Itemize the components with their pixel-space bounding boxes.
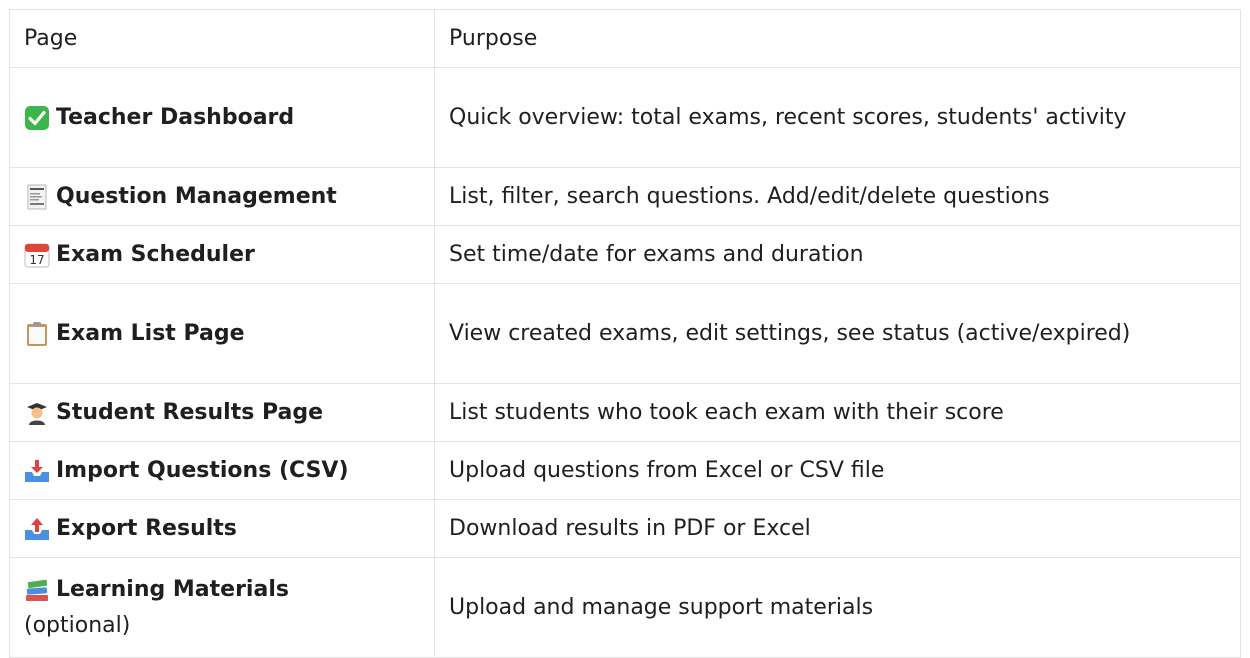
check-mark-icon bbox=[24, 105, 50, 131]
page-name: Question Management bbox=[56, 183, 337, 209]
table-row: Learning Materials (optional) Upload and… bbox=[9, 557, 1241, 658]
calendar-icon: 17 bbox=[24, 242, 50, 268]
purpose-cell: Upload and manage support materials bbox=[434, 557, 1241, 658]
header-purpose: Purpose bbox=[434, 9, 1241, 68]
page-name: Import Questions (CSV) bbox=[56, 457, 349, 483]
purpose-cell: List, filter, search questions. Add/edit… bbox=[434, 167, 1241, 226]
table-row: Student Results Page List students who t… bbox=[9, 383, 1241, 442]
table-row: Question Management List, filter, search… bbox=[9, 167, 1241, 226]
table-row: Exam List Page View created exams, edit … bbox=[9, 283, 1241, 384]
purpose-cell: Set time/date for exams and duration bbox=[434, 225, 1241, 284]
page-name: Exam List Page bbox=[56, 320, 245, 346]
header-page: Page bbox=[9, 9, 435, 68]
page-name: Exam Scheduler bbox=[56, 241, 255, 267]
purpose-cell: View created exams, edit settings, see s… bbox=[434, 283, 1241, 384]
clipboard-icon bbox=[24, 321, 50, 347]
purpose-cell: List students who took each exam with th… bbox=[434, 383, 1241, 442]
table-row: Teacher Dashboard Quick overview: total … bbox=[9, 67, 1241, 168]
outbox-tray-icon bbox=[24, 516, 50, 542]
student-icon bbox=[24, 400, 50, 426]
pages-table: Page Purpose Teacher Dashboard Quick ove… bbox=[9, 9, 1241, 658]
svg-text:17: 17 bbox=[29, 253, 44, 267]
page-name: Student Results Page bbox=[56, 399, 324, 425]
receipt-icon bbox=[24, 184, 50, 210]
inbox-tray-icon bbox=[24, 458, 50, 484]
purpose-cell: Upload questions from Excel or CSV file bbox=[434, 441, 1241, 500]
table-row: Export Results Download results in PDF o… bbox=[9, 499, 1241, 558]
table-row: 17 Exam Scheduler Set time/date for exam… bbox=[9, 225, 1241, 284]
table-header-row: Page Purpose bbox=[9, 9, 1241, 68]
page-name: Export Results bbox=[56, 515, 237, 541]
optional-note: (optional) bbox=[24, 612, 131, 638]
page-name: Learning Materials bbox=[56, 576, 289, 602]
page-name: Teacher Dashboard bbox=[56, 104, 295, 130]
table-row: Import Questions (CSV) Upload questions … bbox=[9, 441, 1241, 500]
purpose-cell: Download results in PDF or Excel bbox=[434, 499, 1241, 558]
purpose-cell: Quick overview: total exams, recent scor… bbox=[434, 67, 1241, 168]
books-icon bbox=[24, 577, 50, 603]
